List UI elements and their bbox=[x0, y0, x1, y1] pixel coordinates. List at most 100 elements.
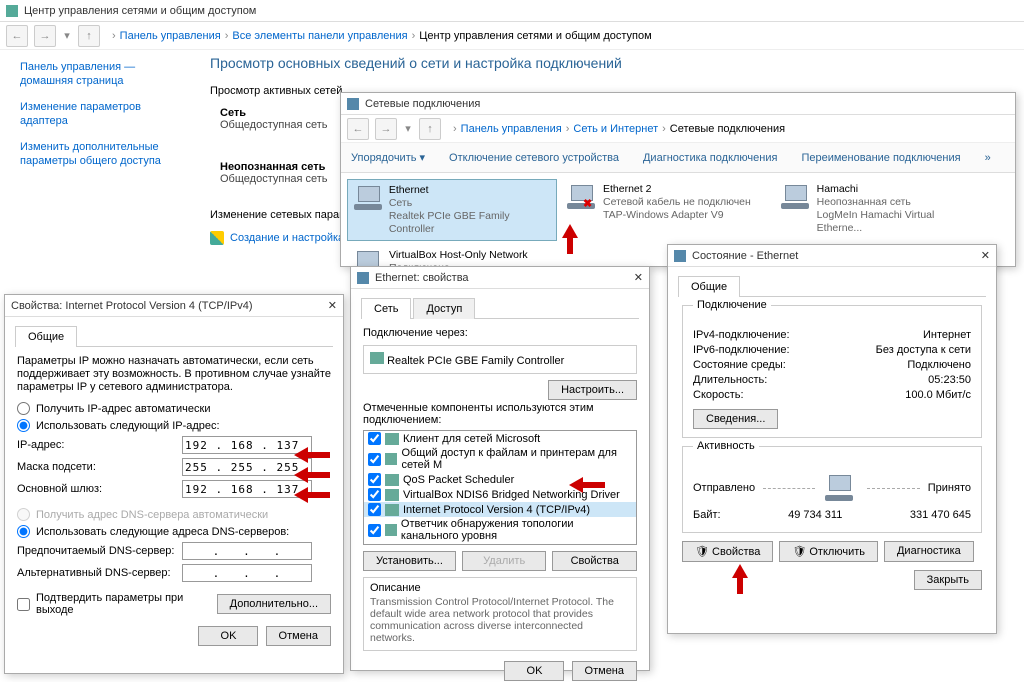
media-label: Состояние среды: bbox=[693, 359, 786, 371]
window-title: Свойства: Internet Protocol Version 4 (T… bbox=[11, 300, 253, 312]
fwd-button[interactable]: → bbox=[375, 118, 397, 140]
properties-button[interactable]: 🛡 Свойства bbox=[682, 541, 773, 562]
auto-ip-radio[interactable]: Получить IP-адрес автоматически bbox=[17, 402, 331, 415]
adapter-name: VirtualBox Host-Only Network bbox=[389, 249, 553, 262]
component-check[interactable] bbox=[368, 544, 381, 545]
nav-sharing[interactable]: Изменить дополнительные параметры общего… bbox=[20, 140, 190, 168]
breadcrumb: › Панель управления › Сеть и Интернет › … bbox=[453, 123, 785, 135]
close-icon[interactable]: ✕ bbox=[634, 271, 643, 284]
component-check[interactable] bbox=[368, 453, 381, 466]
description-box: Описание Transmission Control Protocol/I… bbox=[363, 577, 637, 651]
ethernet-properties-window: Ethernet: свойства ✕ Сеть Доступ Подключ… bbox=[350, 266, 650, 671]
close-icon[interactable]: ✕ bbox=[328, 299, 337, 312]
titlebar: Сетевые подключения bbox=[341, 93, 1015, 115]
window-title: Состояние - Ethernet bbox=[692, 250, 798, 262]
auto-dns-radio[interactable]: Получить адрес DNS-сервера автоматически bbox=[17, 508, 331, 521]
up-button[interactable]: ↑ bbox=[78, 25, 100, 47]
rename[interactable]: Переименование подключения bbox=[801, 152, 960, 164]
component-buttons: Установить... Удалить Свойства bbox=[363, 551, 637, 571]
component-check[interactable] bbox=[368, 503, 381, 516]
left-nav: Панель управления — домашняя страница Из… bbox=[20, 60, 190, 180]
fwd-button[interactable]: → bbox=[34, 25, 56, 47]
component-row[interactable]: Ответчик обнаружения топологии канальног… bbox=[364, 517, 636, 543]
titlebar: Состояние - Ethernet ✕ bbox=[668, 245, 996, 267]
arrange-menu[interactable]: Упорядочить ▾ bbox=[351, 151, 425, 164]
tab-general[interactable]: Общие bbox=[678, 276, 740, 297]
tab-access[interactable]: Доступ bbox=[413, 298, 475, 319]
nav-home[interactable]: Панель управления — домашняя страница bbox=[20, 60, 190, 88]
component-check[interactable] bbox=[368, 488, 381, 501]
back-button[interactable]: ← bbox=[347, 118, 369, 140]
mask-label: Маска подсети: bbox=[17, 461, 182, 473]
device-name: Realtek PCIe GBE Family Controller bbox=[387, 355, 564, 367]
component-row-ipv4[interactable]: Internet Protocol Version 4 (TCP/IPv4) bbox=[364, 502, 636, 517]
advanced-button[interactable]: Дополнительно... bbox=[217, 594, 331, 614]
window-title: Ethernet: свойства bbox=[375, 272, 469, 284]
nav-adapter-settings[interactable]: Изменение параметров адаптера bbox=[20, 100, 190, 128]
diagnose[interactable]: Диагностика подключения bbox=[643, 152, 777, 164]
crumb-0[interactable]: Панель управления bbox=[461, 123, 562, 135]
tab-network[interactable]: Сеть bbox=[361, 298, 411, 319]
component-row[interactable]: Microsoft Network Adapter Multiplexor Pr… bbox=[364, 543, 636, 545]
close-button[interactable]: Закрыть bbox=[914, 570, 982, 590]
component-label: Microsoft Network Adapter Multiplexor Pr… bbox=[403, 545, 632, 546]
more[interactable]: » bbox=[985, 152, 991, 164]
adapter-hamachi[interactable]: Hamachi Неопознанная сеть LogMeIn Hamach… bbox=[775, 179, 985, 241]
dns1-input[interactable] bbox=[182, 542, 312, 560]
cancel-button[interactable]: Отмена bbox=[266, 626, 331, 646]
conn-label: Подключение bbox=[693, 299, 771, 311]
desc-label: Описание bbox=[370, 582, 630, 594]
cancel-button[interactable]: Отмена bbox=[572, 661, 637, 681]
speed-value: 100.0 Мбит/с bbox=[905, 389, 971, 401]
adapter-icon bbox=[779, 183, 811, 211]
ip-label: IP-адрес: bbox=[17, 439, 182, 451]
history-dropdown[interactable]: ▾ bbox=[62, 29, 72, 42]
component-label: VirtualBox NDIS6 Bridged Networking Driv… bbox=[403, 489, 620, 501]
breadcrumb: › Панель управления › Все элементы панел… bbox=[112, 30, 652, 42]
window-title: Сетевые подключения bbox=[365, 98, 480, 110]
app-icon bbox=[6, 5, 18, 17]
tab-general[interactable]: Общие bbox=[15, 326, 77, 347]
adapter-name: Ethernet 2 bbox=[603, 183, 751, 196]
crumb-1[interactable]: Все элементы панели управления bbox=[232, 30, 407, 42]
component-check[interactable] bbox=[368, 432, 381, 445]
disable-button[interactable]: 🛡 Отключить bbox=[779, 541, 878, 562]
titlebar: Ethernet: свойства ✕ bbox=[351, 267, 649, 289]
close-icon[interactable]: ✕ bbox=[981, 249, 990, 262]
details-button[interactable]: Сведения... bbox=[693, 409, 778, 429]
up-button[interactable]: ↑ bbox=[419, 118, 441, 140]
action-buttons: 🛡 Свойства 🛡 Отключить Диагностика bbox=[682, 541, 982, 562]
configure-button[interactable]: Настроить... bbox=[548, 380, 637, 400]
install-button[interactable]: Установить... bbox=[363, 551, 456, 571]
ok-button[interactable]: OK bbox=[198, 626, 258, 646]
disable-device[interactable]: Отключение сетевого устройства bbox=[449, 152, 619, 164]
adapter-name: Hamachi bbox=[817, 183, 981, 196]
create-link-text[interactable]: Создание и настройка bbox=[230, 232, 344, 244]
crumb-0[interactable]: Панель управления bbox=[120, 30, 221, 42]
back-button[interactable]: ← bbox=[6, 25, 28, 47]
crumb-2: Центр управления сетями и общим доступом bbox=[419, 30, 651, 42]
activity-label: Активность bbox=[693, 440, 759, 452]
component-props-button[interactable]: Свойства bbox=[552, 551, 637, 571]
remove-button[interactable]: Удалить bbox=[462, 551, 547, 571]
validate-checkbox[interactable]: Подтвердить параметры при выходе Дополни… bbox=[17, 592, 331, 616]
ipv4-label: IPv4-подключение: bbox=[693, 329, 790, 341]
ok-button[interactable]: OK bbox=[504, 661, 564, 681]
diagnose-button[interactable]: Диагностика bbox=[884, 541, 974, 562]
component-check[interactable] bbox=[368, 524, 381, 537]
component-row[interactable]: Общий доступ к файлам и принтерам для се… bbox=[364, 446, 636, 472]
manual-ip-radio[interactable]: Использовать следующий IP-адрес: bbox=[17, 419, 331, 432]
manual-dns-radio[interactable]: Использовать следующие адреса DNS-сервер… bbox=[17, 525, 331, 538]
component-icon bbox=[385, 524, 397, 536]
command-bar: Упорядочить ▾ Отключение сетевого устрой… bbox=[341, 143, 1015, 173]
adapter-ethernet[interactable]: Ethernet Сеть Realtek PCIe GBE Family Co… bbox=[347, 179, 557, 241]
component-row[interactable]: VirtualBox NDIS6 Bridged Networking Driv… bbox=[364, 487, 636, 502]
dns2-input[interactable] bbox=[182, 564, 312, 582]
component-check[interactable] bbox=[368, 473, 381, 486]
intro-text: Параметры IP можно назначать автоматичес… bbox=[17, 355, 331, 394]
component-label: Internet Protocol Version 4 (TCP/IPv4) bbox=[403, 504, 590, 516]
crumb-1[interactable]: Сеть и Интернет bbox=[573, 123, 658, 135]
component-row[interactable]: Клиент для сетей Microsoft bbox=[364, 431, 636, 446]
adapter-status: Сетевой кабель не подключен bbox=[603, 196, 751, 209]
adapter-ethernet2[interactable]: ✖ Ethernet 2 Сетевой кабель не подключен… bbox=[561, 179, 771, 241]
